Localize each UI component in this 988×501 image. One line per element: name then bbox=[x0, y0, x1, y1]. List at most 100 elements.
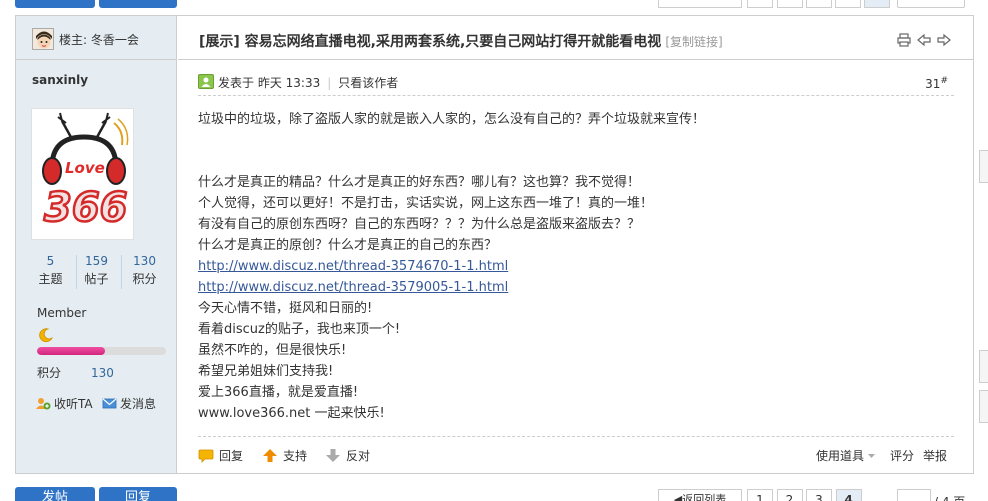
content-link-line: http://www.discuz.net/thread-3574670-1-1… bbox=[198, 256, 954, 277]
back-to-list-button[interactable]: ◀返回列表 bbox=[658, 489, 742, 501]
love366-logo: Love 366 bbox=[42, 112, 129, 232]
stat-credits-value: 130 bbox=[133, 254, 156, 268]
thread-tools bbox=[897, 33, 951, 47]
support-action-label: 支持 bbox=[283, 449, 308, 463]
page-current: 4 bbox=[835, 489, 862, 501]
author-avatar[interactable]: Love 366 bbox=[31, 108, 134, 240]
floor-number[interactable]: 31# bbox=[925, 76, 948, 91]
post-actions: 回复 支持 反对 使用道具 评分 举报 bbox=[198, 436, 954, 472]
stat-threads-label: 主题 bbox=[38, 272, 63, 286]
follow-label: 收听TA bbox=[54, 397, 93, 411]
rate-action[interactable]: 评分 bbox=[890, 447, 914, 464]
post-container: 楼主: 冬香一会 sanxinly Love 366 5 主题 159 帖子 1… bbox=[15, 15, 974, 474]
page-link[interactable]: 1 bbox=[747, 489, 773, 501]
total-pages-label: / 4 页 bbox=[934, 493, 965, 501]
stat-posts[interactable]: 159 帖子 bbox=[74, 253, 119, 287]
use-tools-label: 使用道具 bbox=[816, 449, 865, 463]
content-line: 垃圾中的垃圾，除了盗版人家的就是嵌入人家的，怎么没有自己的？弄个垃圾就来宣传！ bbox=[198, 112, 706, 127]
thread-title-text: [展示] 容易忘网络直播电视,采用两套系统,只要自己网站打得开就能看电视 bbox=[199, 34, 662, 50]
credit-label: 积分 bbox=[37, 366, 62, 380]
float-tab[interactable] bbox=[979, 150, 988, 183]
post-main: [展示] 容易忘网络直播电视,采用两套系统,只要自己网站打得开就能看电视 [复制链… bbox=[178, 16, 973, 473]
print-icon[interactable] bbox=[897, 33, 911, 47]
next-thread-icon[interactable] bbox=[937, 33, 951, 47]
meta-separator: | bbox=[327, 76, 332, 90]
follow-icon bbox=[36, 398, 51, 410]
page-current-top bbox=[864, 0, 890, 8]
stat-threads[interactable]: 5 主题 bbox=[28, 253, 73, 287]
post-button-top[interactable] bbox=[15, 0, 95, 8]
oppose-action[interactable]: 反对 bbox=[325, 447, 370, 464]
reply-icon bbox=[198, 449, 214, 463]
reply-button-top[interactable] bbox=[99, 0, 177, 8]
face-icon bbox=[33, 29, 53, 49]
thread-starter-row: 楼主: 冬香一会 bbox=[16, 16, 176, 60]
moon-rank-icon bbox=[39, 328, 53, 343]
page-jump-input-top[interactable] bbox=[897, 0, 965, 8]
content-line: www.love366.net 一起来快乐! bbox=[198, 406, 385, 421]
float-tab[interactable] bbox=[979, 350, 988, 383]
content-line: 什么才是真正的精品？什么才是真正的好东西？哪儿有？这也算？我不觉得！ bbox=[198, 175, 641, 190]
new-thread-button[interactable]: 发帖 bbox=[15, 487, 95, 501]
support-action[interactable]: 支持 bbox=[262, 447, 307, 464]
prev-thread-icon[interactable] bbox=[917, 33, 931, 47]
credit-progress-fill bbox=[37, 347, 106, 355]
chevron-down-icon bbox=[868, 453, 876, 458]
stat-posts-label: 帖子 bbox=[84, 272, 109, 286]
starter-avatar[interactable] bbox=[32, 28, 54, 50]
report-action[interactable]: 举报 bbox=[923, 447, 947, 464]
stat-credits-label: 积分 bbox=[132, 272, 157, 286]
only-author-link[interactable]: 只看该作者 bbox=[338, 76, 398, 90]
user-group[interactable]: Member bbox=[37, 306, 86, 320]
top-toolbar-strip bbox=[0, 0, 988, 10]
page-jump-input[interactable] bbox=[897, 489, 931, 501]
content-line bbox=[198, 130, 954, 151]
follow-link[interactable]: 收听TA bbox=[36, 395, 93, 412]
content-line: 看着discuz的贴子，我也来顶一个! bbox=[198, 322, 401, 337]
page-link[interactable]: 2 bbox=[776, 489, 803, 501]
page-link-top[interactable] bbox=[747, 0, 773, 8]
copy-link[interactable]: [复制链接] bbox=[665, 35, 722, 49]
credit-row: 积分 130 bbox=[37, 364, 114, 381]
page-link-top[interactable] bbox=[806, 0, 832, 8]
author-username[interactable]: sanxinly bbox=[32, 73, 88, 87]
stat-threads-value: 5 bbox=[46, 254, 55, 268]
message-label: 发消息 bbox=[120, 397, 157, 411]
content-line: 有没有自己的原创东西呀？自己的东西呀？？？为什么总是盗版来盗版去？？ bbox=[198, 217, 641, 232]
content-line: 希望兄弟姐妹们支持我! bbox=[198, 364, 334, 379]
reply-button[interactable]: 回复 bbox=[99, 487, 177, 501]
use-tools-menu[interactable]: 使用道具 bbox=[816, 447, 876, 464]
content-line bbox=[198, 151, 954, 172]
thread-starter-label: 楼主: 冬香一会 bbox=[59, 33, 139, 47]
author-sidebar: 楼主: 冬香一会 sanxinly Love 366 5 主题 159 帖子 1… bbox=[16, 16, 177, 473]
thread-title-row: [展示] 容易忘网络直播电视,采用两套系统,只要自己网站打得开就能看电视 [复制链… bbox=[178, 16, 973, 60]
thread-title: [展示] 容易忘网络直播电视,采用两套系统,只要自己网站打得开就能看电视 [复制链… bbox=[199, 31, 723, 51]
content-line: 什么才是真正的原创？什么才是真正的自己的东西？ bbox=[198, 238, 498, 253]
page-link-top[interactable] bbox=[835, 0, 861, 8]
arrow-up-icon bbox=[263, 449, 277, 462]
user-online-icon bbox=[201, 77, 211, 87]
content-link-line: http://www.discuz.net/thread-3579005-1-1… bbox=[198, 277, 954, 298]
content-line: 今天心情不错，挺风和日丽的! bbox=[198, 301, 373, 316]
author-stats: 5 主题 159 帖子 130 积分 bbox=[30, 253, 166, 293]
float-tab[interactable] bbox=[979, 390, 988, 423]
page-link[interactable]: 3 bbox=[806, 489, 832, 501]
side-float-tabs bbox=[979, 150, 988, 450]
svg-text:366: 366 bbox=[44, 185, 128, 231]
reply-action-label: 回复 bbox=[219, 449, 244, 463]
envelope-icon bbox=[102, 398, 117, 409]
page-link-top[interactable] bbox=[777, 0, 803, 8]
content-link[interactable]: http://www.discuz.net/thread-3574670-1-1… bbox=[198, 259, 508, 274]
stat-credits[interactable]: 130 积分 bbox=[122, 253, 167, 287]
stat-posts-value: 159 bbox=[85, 254, 108, 268]
content-link[interactable]: http://www.discuz.net/thread-3579005-1-1… bbox=[198, 280, 508, 295]
reply-action[interactable]: 回复 bbox=[198, 447, 243, 464]
send-message-link[interactable]: 发消息 bbox=[102, 395, 156, 412]
oppose-action-label: 反对 bbox=[346, 449, 371, 463]
credit-value: 130 bbox=[91, 366, 114, 380]
arrow-down-icon bbox=[326, 449, 340, 462]
back-to-list-top[interactable] bbox=[658, 0, 742, 8]
floor-mark: # bbox=[940, 76, 948, 86]
online-status-icon bbox=[198, 74, 214, 89]
content-line: 个人觉得，还可以更好！不是打击，实话实说，网上这东西一堆了！真的一堆！ bbox=[198, 196, 654, 211]
